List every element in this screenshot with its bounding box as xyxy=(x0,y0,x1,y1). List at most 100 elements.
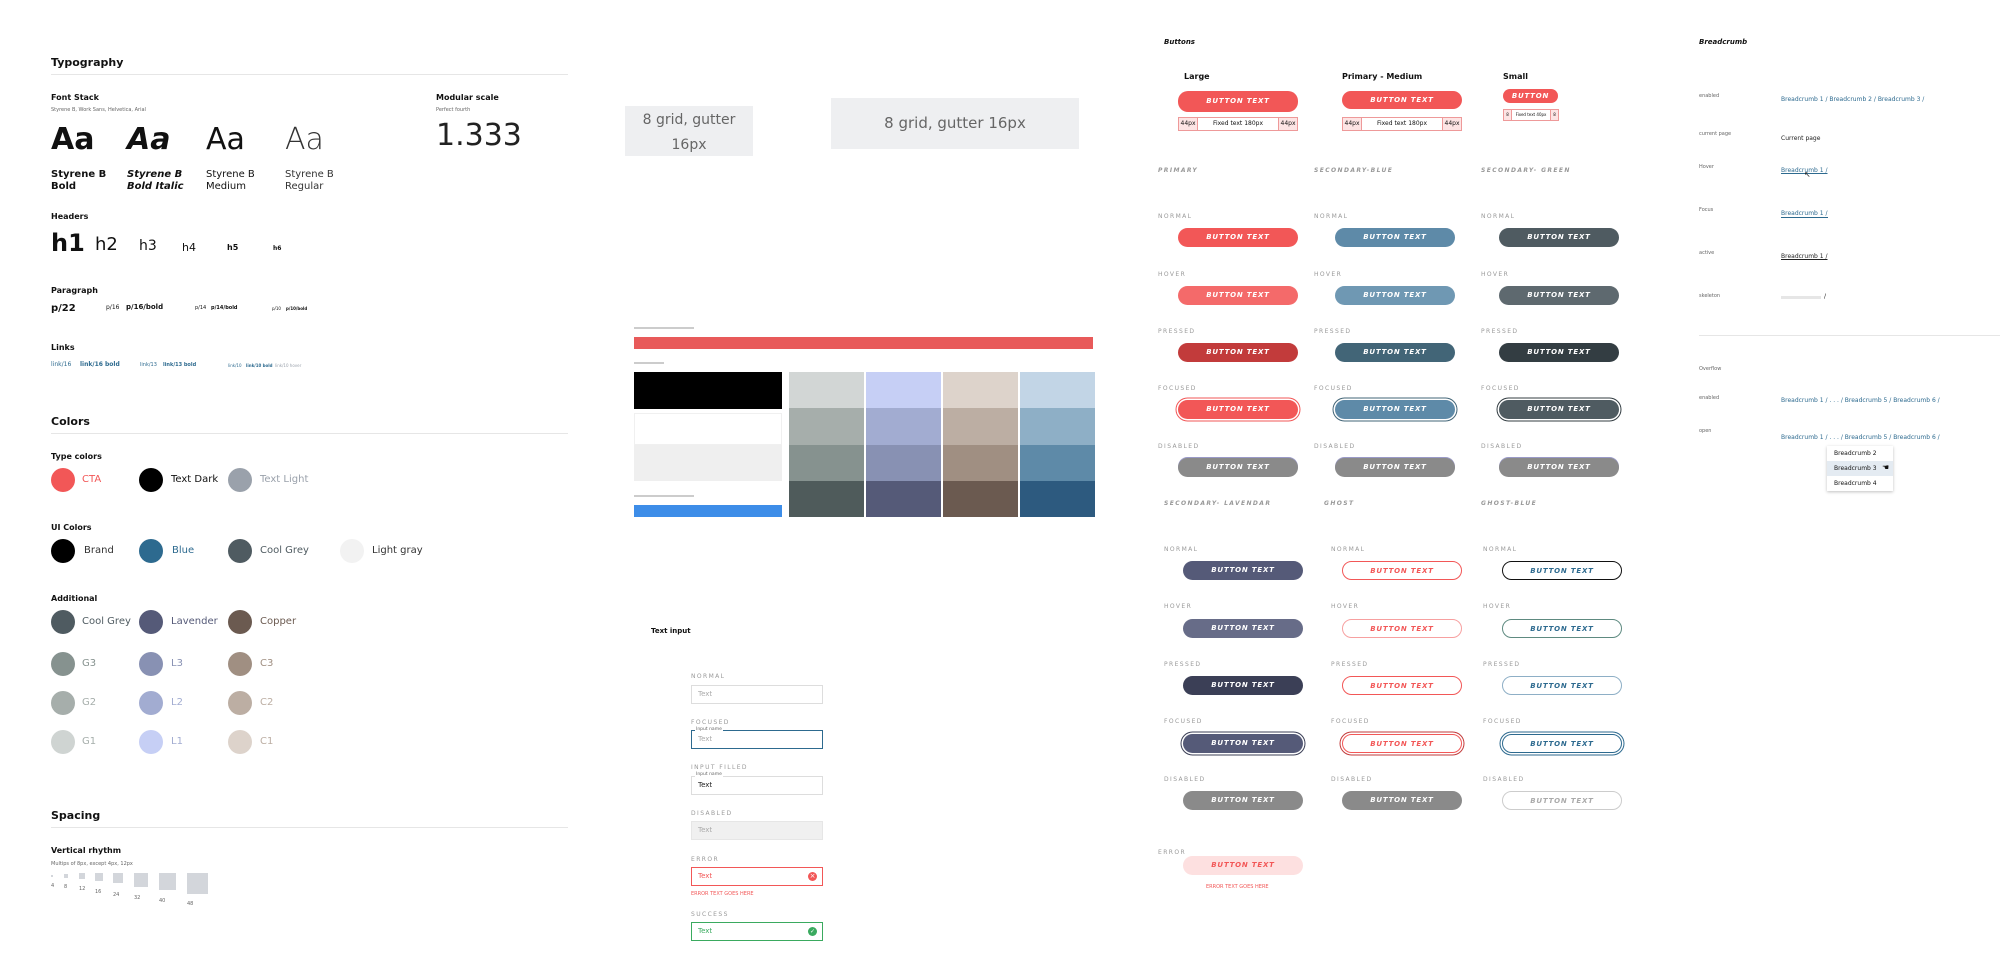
bc-trail-enabled[interactable]: Breadcrumb 1 / Breadcrumb 2 / Breadcrumb… xyxy=(1781,96,1924,103)
p-normal-label: NORMAL xyxy=(1158,213,1193,220)
swatch-g3 xyxy=(51,652,75,676)
swatch-text-light xyxy=(228,468,252,492)
aa-bold: Aa xyxy=(51,122,95,157)
bc-current-page: Current page xyxy=(1781,135,1821,142)
primary-focused[interactable]: BUTTON TEXT xyxy=(1178,400,1298,419)
error-button-label: ERROR xyxy=(1158,849,1187,856)
link-10[interactable]: link/10 xyxy=(228,363,242,368)
bc-state-focus: Focus xyxy=(1699,207,1714,213)
space-24 xyxy=(113,873,123,883)
bc-active-link[interactable]: Breadcrumb 1 / xyxy=(1781,253,1828,260)
swatch-lavender xyxy=(139,610,163,634)
ghost-blue-pressed[interactable]: BUTTON TEXT xyxy=(1502,676,1622,695)
link-13[interactable]: link/13 xyxy=(140,362,157,368)
primary-hover[interactable]: BUTTON TEXT xyxy=(1178,286,1298,305)
additional-label: Additional xyxy=(51,594,98,603)
large-button[interactable]: BUTTON TEXT xyxy=(1178,91,1298,112)
space-label-8: 8 xyxy=(64,884,68,890)
font-stack-label: Font Stack xyxy=(51,93,99,102)
p-pressed-label: PRESSED xyxy=(1158,328,1196,335)
ghost-blue-normal[interactable]: BUTTON TEXT xyxy=(1502,561,1622,580)
ghost-normal[interactable]: BUTTON TEXT xyxy=(1342,561,1462,580)
modular-scale-value: 1.333 xyxy=(436,118,522,153)
headers-label: Headers xyxy=(51,212,89,221)
small-button[interactable]: BUTTON xyxy=(1503,89,1558,103)
ghost-pressed[interactable]: BUTTON TEXT xyxy=(1342,676,1462,695)
ghost-hover[interactable]: BUTTON TEXT xyxy=(1342,619,1462,638)
small-pad-left: 8 xyxy=(1503,109,1512,121)
label-l1: L1 xyxy=(171,736,183,747)
lavender-focused[interactable]: BUTTON TEXT xyxy=(1183,734,1303,753)
input-filled[interactable]: Text xyxy=(691,776,823,795)
input-normal[interactable]: Text xyxy=(691,685,823,704)
primary-normal[interactable]: BUTTON TEXT xyxy=(1178,228,1298,247)
typography-divider xyxy=(51,74,568,75)
blue-hover[interactable]: BUTTON TEXT xyxy=(1335,286,1455,305)
input-filled-label: Input name xyxy=(695,772,723,777)
ghost-blue-hover[interactable]: BUTTON TEXT xyxy=(1502,619,1622,638)
cursor-icon: ↖ xyxy=(1804,170,1811,179)
input-success[interactable]: Text xyxy=(691,922,823,941)
link-16-bold[interactable]: link/16 bold xyxy=(80,361,120,368)
space-label-16: 16 xyxy=(95,889,102,895)
thumb-black xyxy=(634,372,782,409)
lavender-disabled: BUTTON TEXT xyxy=(1183,791,1303,810)
bc-overflow-enabled: enabled xyxy=(1699,395,1720,401)
space-40 xyxy=(159,873,176,890)
swatch-cta xyxy=(51,468,75,492)
link-16[interactable]: link/16 xyxy=(51,361,71,368)
bc-state-skeleton: skeleton xyxy=(1699,293,1721,299)
green-hover[interactable]: BUTTON TEXT xyxy=(1499,286,1619,305)
green-focused[interactable]: BUTTON TEXT xyxy=(1499,400,1619,419)
thumb-highlight-label xyxy=(634,495,694,497)
g-focused-label: FOCUSED xyxy=(1481,385,1520,392)
lavender-normal[interactable]: BUTTON TEXT xyxy=(1183,561,1303,580)
input-state-focused: FOCUSED xyxy=(691,719,730,726)
lavender-hover[interactable]: BUTTON TEXT xyxy=(1183,619,1303,638)
blue-focused[interactable]: BUTTON TEXT xyxy=(1335,400,1455,419)
ghost-blue-focused[interactable]: BUTTON TEXT xyxy=(1502,734,1622,753)
input-error-message: ERROR TEXT GOES HERE xyxy=(691,891,754,897)
paragraph-p14-bold: p/14/bold xyxy=(211,305,238,311)
space-label-12: 12 xyxy=(79,886,86,892)
medium-button[interactable]: BUTTON TEXT xyxy=(1342,91,1462,109)
group-secondary-green: SECONDARY- GREEN xyxy=(1481,167,1571,174)
ghost-focused[interactable]: BUTTON TEXT xyxy=(1342,734,1462,753)
thumb-col-copper xyxy=(943,372,1018,517)
input-error[interactable]: Text xyxy=(691,867,823,886)
swatch-c2 xyxy=(228,691,252,715)
input-state-success: SUCCESS xyxy=(691,911,729,918)
l-pressed-label: PRESSED xyxy=(1164,661,1202,668)
space-label-48: 48 xyxy=(187,901,194,907)
link-10-bold[interactable]: link/10 bold xyxy=(246,363,273,368)
lavender-pressed[interactable]: BUTTON TEXT xyxy=(1183,676,1303,695)
group-ghost: GHOST xyxy=(1324,500,1355,507)
l-normal-label: NORMAL xyxy=(1164,546,1199,553)
ghost-disabled: BUTTON TEXT xyxy=(1342,791,1462,810)
g-normal-label: NORMAL xyxy=(1481,213,1516,220)
input-focused[interactable]: Text xyxy=(691,730,823,749)
blue-normal[interactable]: BUTTON TEXT xyxy=(1335,228,1455,247)
paragraph-p22: p/22 xyxy=(51,303,76,314)
header-h5: h5 xyxy=(227,243,239,252)
bc-focus-link[interactable]: Breadcrumb 1 / xyxy=(1781,210,1828,218)
gh-focused-label: FOCUSED xyxy=(1331,718,1370,725)
label-c1: C1 xyxy=(260,736,274,747)
bc-overflow-trail[interactable]: Breadcrumb 1 / . . . / Breadcrumb 5 / Br… xyxy=(1781,397,1940,404)
blue-pressed[interactable]: BUTTON TEXT xyxy=(1335,343,1455,362)
green-pressed[interactable]: BUTTON TEXT xyxy=(1499,343,1619,362)
bc-menu-item[interactable]: Breadcrumb 2 xyxy=(1827,446,1893,461)
g-pressed-label: PRESSED xyxy=(1481,328,1519,335)
p-hover-label: HOVER xyxy=(1158,271,1187,278)
swatch-c3 xyxy=(228,652,252,676)
primary-pressed[interactable]: BUTTON TEXT xyxy=(1178,343,1298,362)
label-c2: C2 xyxy=(260,697,274,708)
modular-scale-sub: Perfect fourth xyxy=(436,107,471,113)
bc-menu-item[interactable]: Breadcrumb 4 xyxy=(1827,476,1893,491)
space-32 xyxy=(134,873,148,887)
link-13-bold[interactable]: link/13 bold xyxy=(163,362,196,368)
bc-overflow-trail-open[interactable]: Breadcrumb 1 / . . . / Breadcrumb 5 / Br… xyxy=(1781,434,1940,441)
error-button[interactable]: BUTTON TEXT xyxy=(1183,856,1303,875)
link-10-hover[interactable]: link/10 hover xyxy=(275,363,301,368)
green-normal[interactable]: BUTTON TEXT xyxy=(1499,228,1619,247)
